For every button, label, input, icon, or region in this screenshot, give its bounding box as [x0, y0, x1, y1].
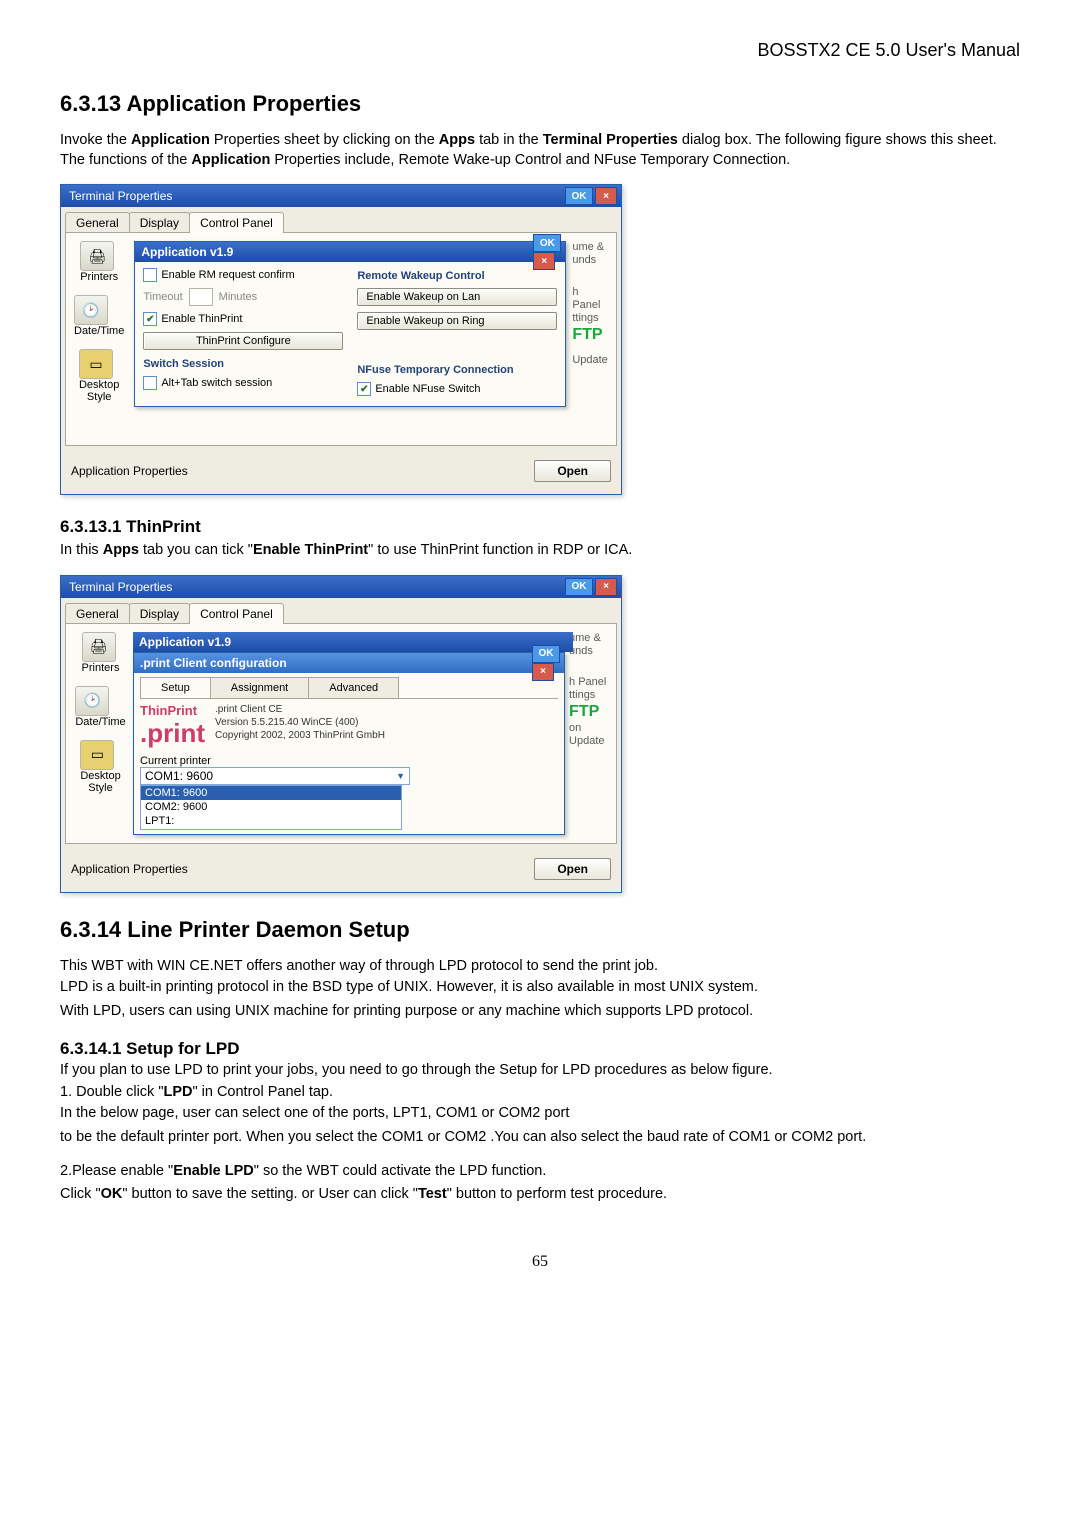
- subtab-setup[interactable]: Setup: [140, 677, 211, 698]
- application-popup: Application v1.9 OK × Enable RM request …: [134, 241, 566, 407]
- ftp-icon: FTP: [572, 325, 608, 344]
- dialog1-close-button[interactable]: ×: [595, 187, 617, 205]
- sec-6-3-14-p2: LPD is a built-in printing protocol in t…: [60, 978, 1020, 998]
- dialog1-ok-button[interactable]: OK: [565, 187, 593, 205]
- current-printer-label: Current printer: [140, 755, 558, 767]
- switch-session-heading: Switch Session: [143, 358, 343, 370]
- footer-label: Application Properties: [71, 862, 188, 876]
- ftp-icon: FTP: [569, 702, 608, 721]
- sec-6-3-14-1-p4: to be the default printer port. When you…: [60, 1128, 1020, 1148]
- thinprint-configure-button[interactable]: ThinPrint Configure: [143, 332, 343, 350]
- control-panel-icons: 🖨 Printers 🕑 Date/Time ▭ Desktop Style: [74, 241, 124, 407]
- dialog1-titlebar: Terminal Properties OK ×: [61, 185, 621, 207]
- datetime-label: Date/Time: [75, 716, 125, 728]
- terminal-properties-dialog-2: Terminal Properties OK × General Display…: [60, 575, 622, 893]
- tab-control-panel[interactable]: Control Panel: [189, 212, 284, 233]
- dialog1-tabstrip: General Display Control Panel: [61, 207, 621, 232]
- dialog2-close-button[interactable]: ×: [595, 578, 617, 596]
- enable-rm-checkbox[interactable]: Enable RM request confirm: [143, 268, 343, 282]
- application-popup-title: Application v1.9: [141, 245, 233, 259]
- sec-6-3-14-1-p1: If you plan to use LPD to print your job…: [60, 1061, 1020, 1081]
- truncated-icons-right: ume & unds h Panel ttings FTP Update: [572, 241, 608, 407]
- section-6-3-13-heading: 6.3.13 Application Properties: [60, 91, 1020, 117]
- terminal-properties-dialog-1: Terminal Properties OK × General Display…: [60, 184, 622, 495]
- checkbox-icon: [143, 312, 157, 326]
- dd-item-com2[interactable]: COM2: 9600: [141, 800, 401, 814]
- timeout-row: Timeout Minutes: [143, 288, 343, 306]
- desktop-style-icon[interactable]: ▭: [79, 349, 113, 379]
- subtab-assignment[interactable]: Assignment: [210, 677, 309, 698]
- desktop-style-label: Desktop Style: [80, 770, 120, 794]
- nfuse-heading: NFuse Temporary Connection: [357, 364, 557, 376]
- sec-6-3-14-1-p6: Click "OK" button to save the setting. o…: [60, 1185, 1020, 1205]
- datetime-icon[interactable]: 🕑: [74, 295, 108, 325]
- dd-item-com1[interactable]: COM1: 9600: [141, 786, 401, 800]
- section-6-3-13-1-heading: 6.3.13.1 ThinPrint: [60, 517, 1020, 537]
- subtab-advanced[interactable]: Advanced: [308, 677, 399, 698]
- section-6-3-14-heading: 6.3.14 Line Printer Daemon Setup: [60, 917, 1020, 943]
- datetime-icon[interactable]: 🕑: [75, 686, 109, 716]
- alt-tab-checkbox[interactable]: Alt+Tab switch session: [143, 376, 343, 390]
- section-6-3-13-intro: Invoke the Application Properties sheet …: [60, 131, 1020, 170]
- datetime-label: Date/Time: [74, 325, 124, 337]
- app-popup-ok-button[interactable]: OK: [533, 234, 561, 252]
- enable-thinprint-checkbox[interactable]: Enable ThinPrint: [143, 312, 343, 326]
- application-popup-title-back: Application v1.9: [133, 632, 573, 652]
- dialog2-ok-button[interactable]: OK: [565, 578, 593, 596]
- current-printer-dropdown-list[interactable]: COM1: 9600 COM2: 9600 LPT1:: [140, 785, 402, 830]
- dd-item-lpt1[interactable]: LPT1:: [141, 814, 401, 828]
- print-config-title: .print Client configuration: [140, 656, 287, 670]
- printers-label: Printers: [82, 662, 120, 674]
- sec-6-3-14-1-p2: 1. Double click "LPD" in Control Panel t…: [60, 1083, 1020, 1103]
- desktop-style-icon[interactable]: ▭: [80, 740, 114, 770]
- checkbox-icon: [143, 268, 157, 282]
- printers-icon[interactable]: 🖨: [82, 632, 116, 662]
- print-config-ok-button[interactable]: OK: [532, 645, 560, 663]
- section-6-3-13-1-text: In this Apps tab you can tick "Enable Th…: [60, 541, 1020, 561]
- open-button[interactable]: Open: [534, 460, 611, 482]
- dialog1-title: Terminal Properties: [69, 189, 172, 203]
- desktop-style-label: Desktop Style: [79, 379, 119, 403]
- printers-label: Printers: [80, 271, 118, 283]
- truncated-icons-right: ume & unds h Panel ttings FTP on Update: [569, 632, 608, 835]
- print-client-config-popup: .print Client configuration OK × Setup A…: [133, 652, 565, 835]
- remote-wakeup-heading: Remote Wakeup Control: [357, 270, 557, 282]
- print-config-close-button[interactable]: ×: [532, 663, 554, 681]
- thinprint-logo: ThinPrint .print: [140, 703, 205, 749]
- sec-6-3-14-p1: This WBT with WIN CE.NET offers another …: [60, 957, 1020, 977]
- tab-display[interactable]: Display: [129, 603, 190, 624]
- sec-6-3-14-1-p5: 2.Please enable "Enable LPD" so the WBT …: [60, 1162, 1020, 1182]
- wakeup-on-lan-button[interactable]: Enable Wakeup on Lan: [357, 288, 557, 306]
- section-6-3-14-1-heading: 6.3.14.1 Setup for LPD: [60, 1039, 1020, 1059]
- dialog2-titlebar: Terminal Properties OK ×: [61, 576, 621, 598]
- thinprint-version-text: .print Client CE Version 5.5.215.40 WinC…: [215, 703, 385, 742]
- checkbox-icon: [143, 376, 157, 390]
- open-button[interactable]: Open: [534, 858, 611, 880]
- tab-general[interactable]: General: [65, 212, 130, 233]
- wakeup-on-ring-button[interactable]: Enable Wakeup on Ring: [357, 312, 557, 330]
- tab-general[interactable]: General: [65, 603, 130, 624]
- chevron-down-icon: ▼: [396, 771, 405, 781]
- footer-label: Application Properties: [71, 464, 188, 478]
- timeout-spinner[interactable]: [189, 288, 213, 306]
- dialog2-title: Terminal Properties: [69, 580, 172, 594]
- current-printer-dropdown[interactable]: COM1: 9600 ▼: [140, 767, 410, 785]
- sec-6-3-14-1-p3: In the below page, user can select one o…: [60, 1104, 1020, 1124]
- page-number: 65: [60, 1253, 1020, 1271]
- control-panel-icons: 🖨 Printers 🕑 Date/Time ▭ Desktop Style: [74, 632, 127, 835]
- print-config-subtabs: Setup Assignment Advanced: [140, 677, 558, 699]
- dialog2-tabstrip: General Display Control Panel: [61, 598, 621, 623]
- tab-display[interactable]: Display: [129, 212, 190, 233]
- tab-control-panel[interactable]: Control Panel: [189, 603, 284, 624]
- manual-header: BOSSTX2 CE 5.0 User's Manual: [60, 40, 1020, 61]
- printers-icon[interactable]: 🖨: [80, 241, 114, 271]
- sec-6-3-14-p3: With LPD, users can using UNIX machine f…: [60, 1002, 1020, 1022]
- enable-nfuse-checkbox[interactable]: Enable NFuse Switch: [357, 382, 557, 396]
- checkbox-icon: [357, 382, 371, 396]
